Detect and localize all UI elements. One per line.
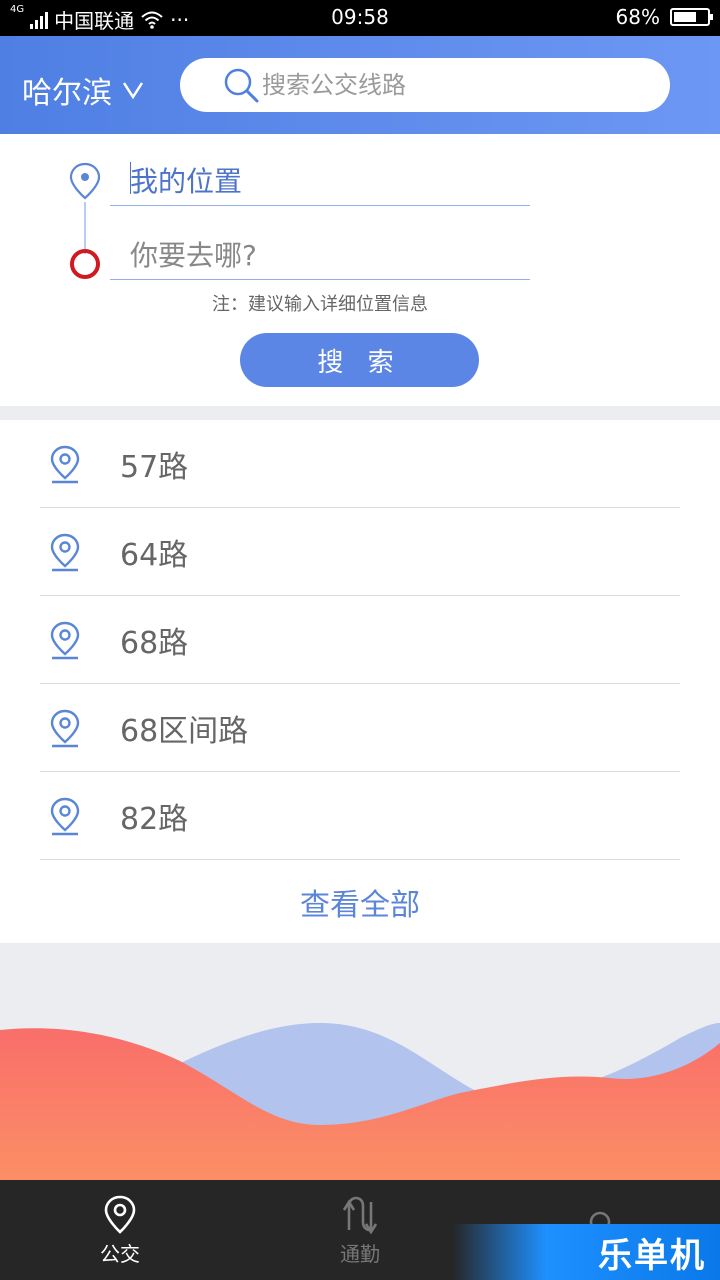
search-icon <box>224 68 259 103</box>
app-header: 哈尔滨 <box>0 36 720 134</box>
input-hint: 注：建议输入详细位置信息 <box>212 294 428 315</box>
location-pin-icon <box>50 709 80 747</box>
battery-percent: 68% <box>615 5 660 29</box>
city-selector[interactable]: 哈尔滨 <box>22 68 144 112</box>
list-item[interactable]: 68路 <box>40 596 680 684</box>
bus-stop-pin-icon <box>104 1195 136 1234</box>
location-pin-icon <box>50 797 80 835</box>
search-input[interactable] <box>262 71 642 99</box>
view-all-link[interactable]: 查看全部 <box>0 880 720 924</box>
decorative-waves <box>0 1023 720 1180</box>
line-name: 68路 <box>120 625 189 661</box>
line-name: 82路 <box>120 801 189 837</box>
watermark-logo: 乐单机 <box>452 1224 720 1280</box>
destination-icon <box>70 249 100 279</box>
bus-line-list: 57路 64路 68路 68区间路 82路 查看全部 <box>0 420 720 943</box>
clock: 09:58 <box>331 5 389 29</box>
status-bar: 4G 中国联通 ··· 09:58 68% <box>0 0 720 36</box>
list-item[interactable]: 64路 <box>40 508 680 596</box>
location-pin-icon <box>50 621 80 659</box>
chevron-down-icon <box>122 82 144 100</box>
list-item[interactable]: 57路 <box>40 420 680 508</box>
route-search-button[interactable]: 搜 索 <box>240 333 479 387</box>
start-location-icon <box>69 162 101 200</box>
start-field[interactable]: 我的位置 <box>110 154 530 206</box>
search-bar[interactable] <box>180 58 670 112</box>
commute-arrows-icon <box>342 1196 378 1234</box>
location-pin-icon <box>50 533 80 571</box>
tab-bus[interactable]: 公交 <box>0 1180 240 1280</box>
watermark-text: 乐单机 <box>598 1235 706 1276</box>
tab-commute[interactable]: 通勤 <box>240 1180 480 1280</box>
line-name: 57路 <box>120 449 189 485</box>
tab-label: 公交 <box>100 1241 140 1266</box>
route-planner: 我的位置 你要去哪? 注：建议输入详细位置信息 搜 索 <box>0 134 720 406</box>
destination-field[interactable]: 你要去哪? <box>110 228 530 280</box>
route-connector <box>84 202 86 254</box>
line-name: 68区间路 <box>120 713 249 749</box>
list-item[interactable]: 82路 <box>40 772 680 860</box>
city-name: 哈尔滨 <box>22 76 112 111</box>
tab-label: 通勤 <box>340 1241 380 1266</box>
line-name: 64路 <box>120 537 189 573</box>
location-pin-icon <box>50 445 80 483</box>
battery-icon <box>670 8 713 26</box>
list-item[interactable]: 68区间路 <box>40 684 680 772</box>
